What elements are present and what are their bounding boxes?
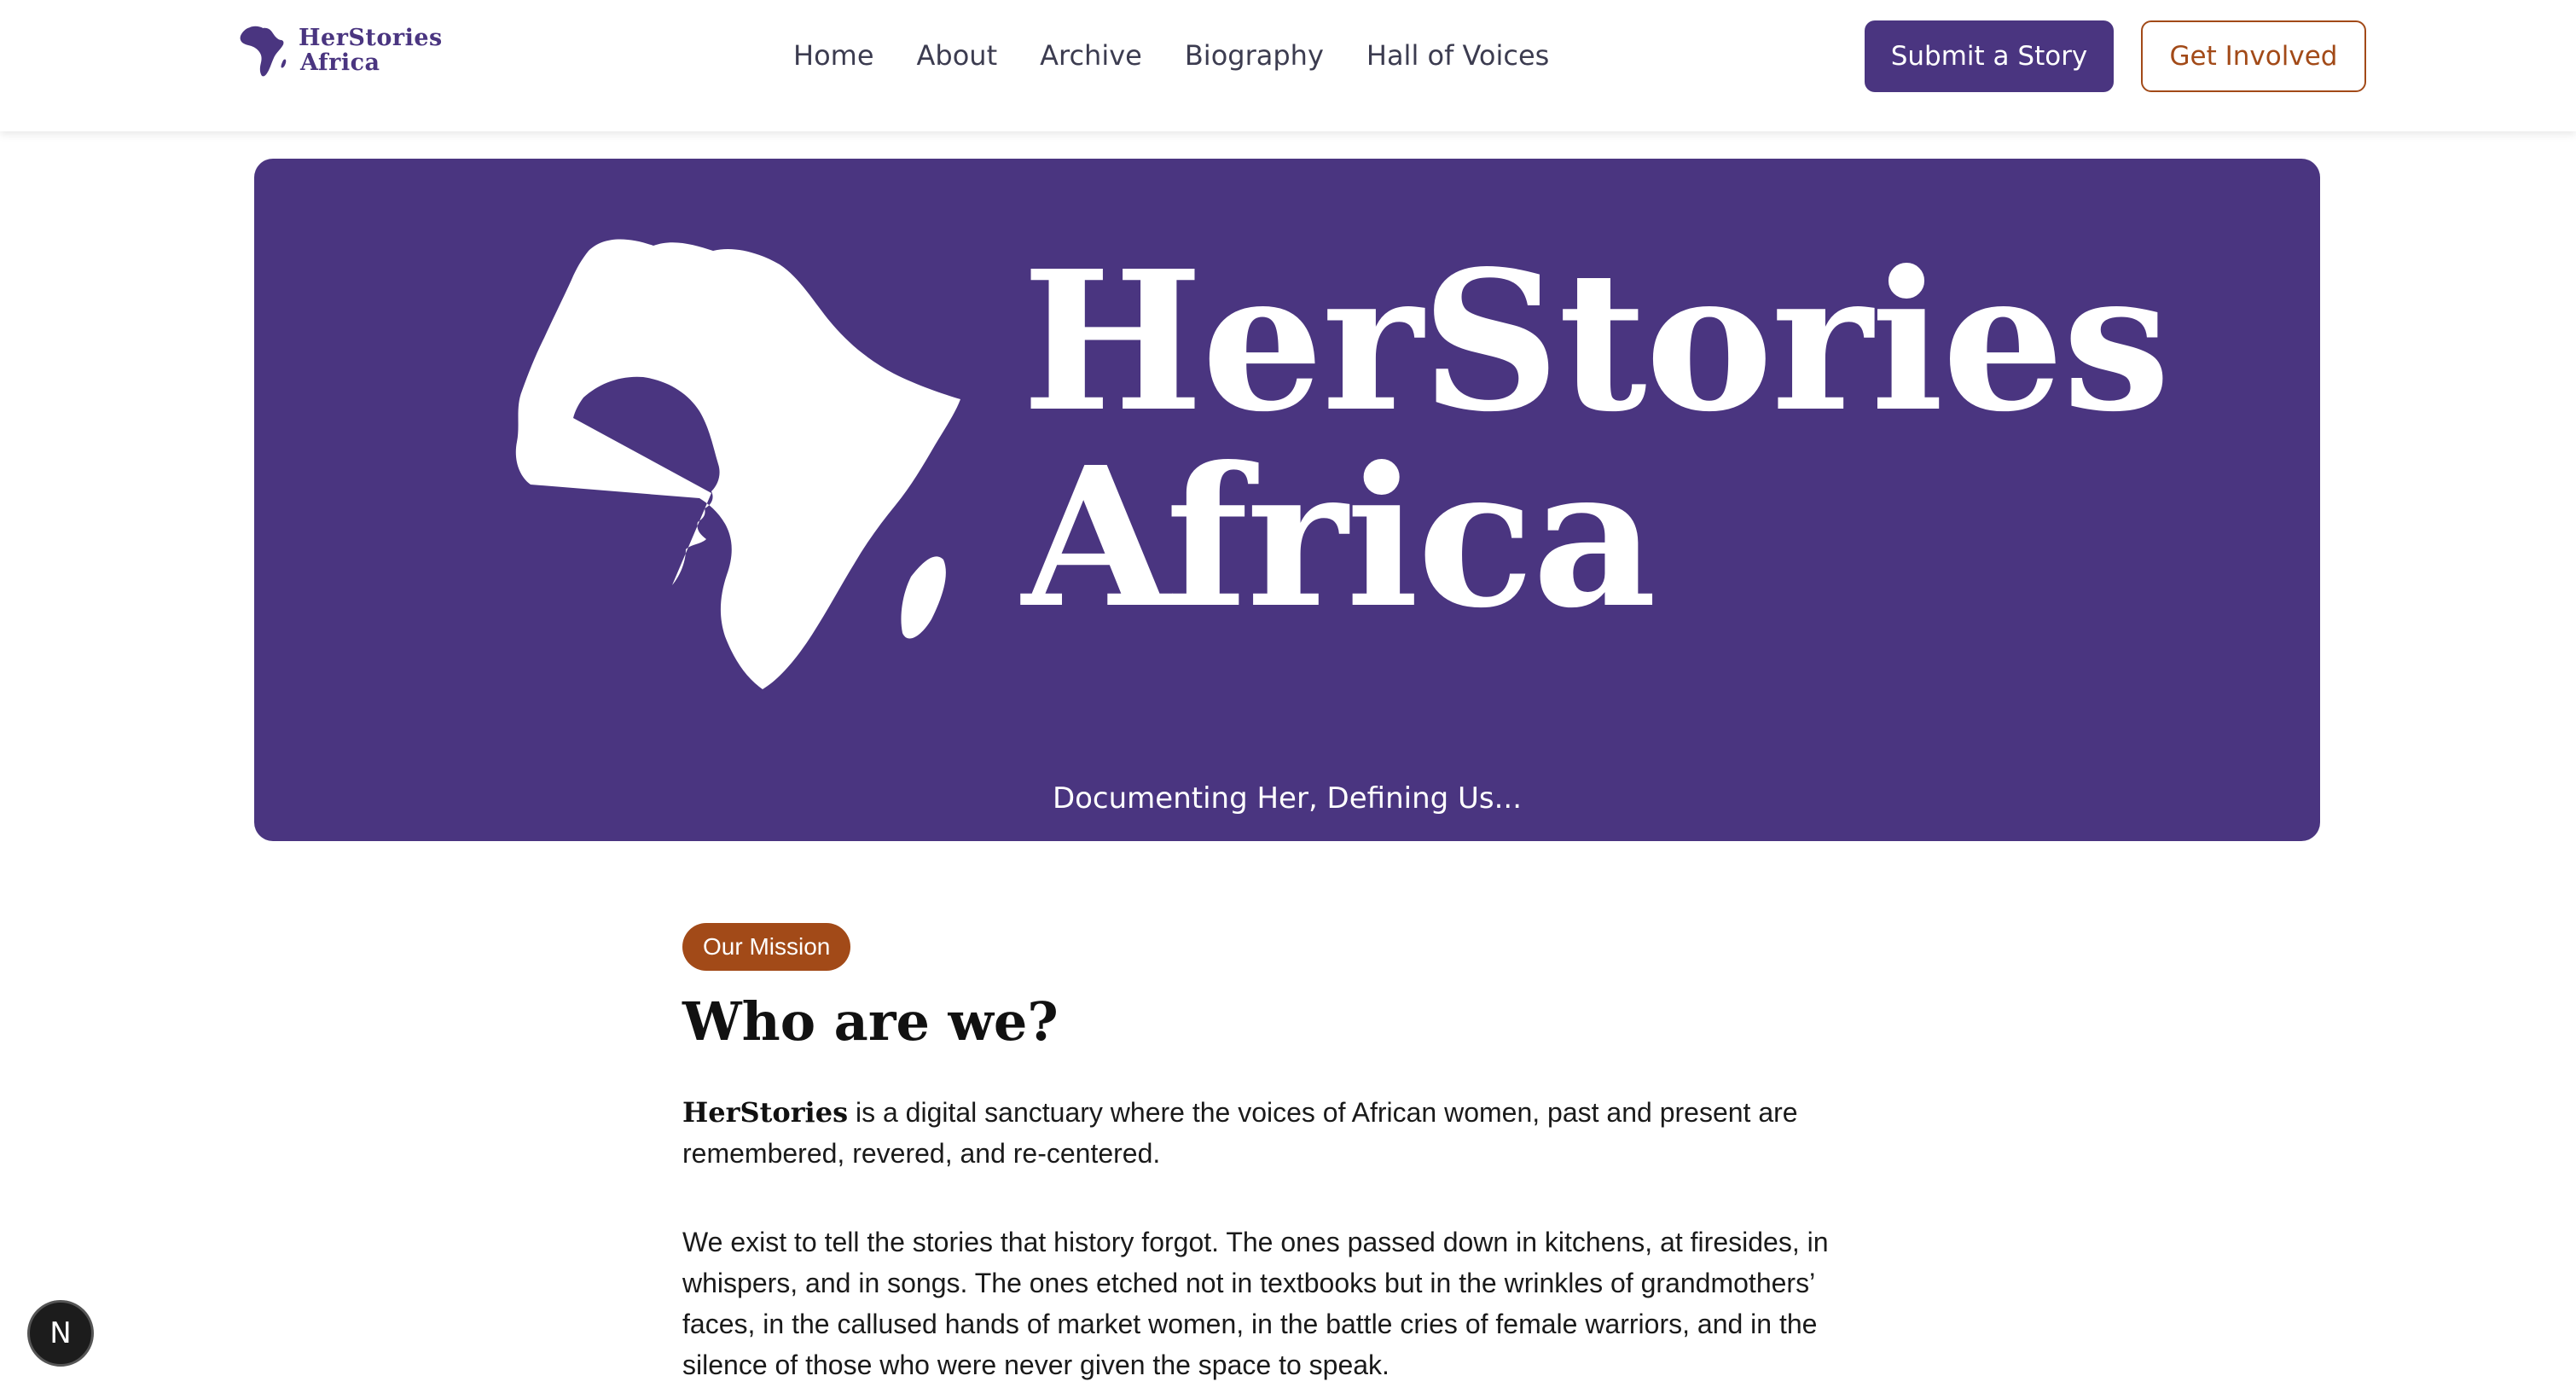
site-header: HerStories Africa Home About Archive Bio… [0, 0, 2576, 131]
dev-tools-button[interactable]: N [27, 1300, 94, 1367]
nav-home[interactable]: Home [793, 32, 874, 78]
hero-title-line1: HerStories [1022, 229, 2171, 455]
main-nav: Home About Archive Biography Hall of Voi… [793, 32, 1549, 78]
mission-badge: Our Mission [682, 923, 851, 971]
nav-archive[interactable]: Archive [1040, 32, 1142, 78]
mission-paragraph-2: We exist to tell the stories that histor… [682, 1227, 1829, 1380]
hero-banner: HerStories Africa Documenting Her, Defin… [254, 159, 2320, 841]
submit-story-button[interactable]: Submit a Story [1865, 20, 2114, 92]
hero-title: HerStories Africa [1022, 229, 2171, 651]
mission-paragraph-1-text: is a digital sanctuary where the voices … [682, 1097, 1798, 1169]
hero-tagline: Documenting Her, Defining Us... [1052, 781, 1523, 816]
mission-paragraph-1: HerStories is a digital sanctuary where … [682, 1092, 1859, 1174]
brand-inline-name: HerStories [682, 1096, 849, 1129]
africa-profile-icon [515, 239, 960, 689]
section-heading: Who are we? [682, 990, 1059, 1053]
africa-logo-icon [240, 26, 287, 77]
nav-biography[interactable]: Biography [1185, 32, 1324, 78]
site-logo[interactable]: HerStories Africa [237, 20, 442, 80]
logo-text: HerStories Africa [299, 26, 443, 75]
logo-line2: Africa [300, 49, 380, 76]
hero-title-line2: Africa [1022, 426, 1656, 651]
logo-line1: HerStories [299, 25, 443, 51]
get-involved-button[interactable]: Get Involved [2141, 20, 2366, 92]
nav-about[interactable]: About [917, 32, 998, 78]
nav-hall-of-voices[interactable]: Hall of Voices [1366, 32, 1549, 78]
